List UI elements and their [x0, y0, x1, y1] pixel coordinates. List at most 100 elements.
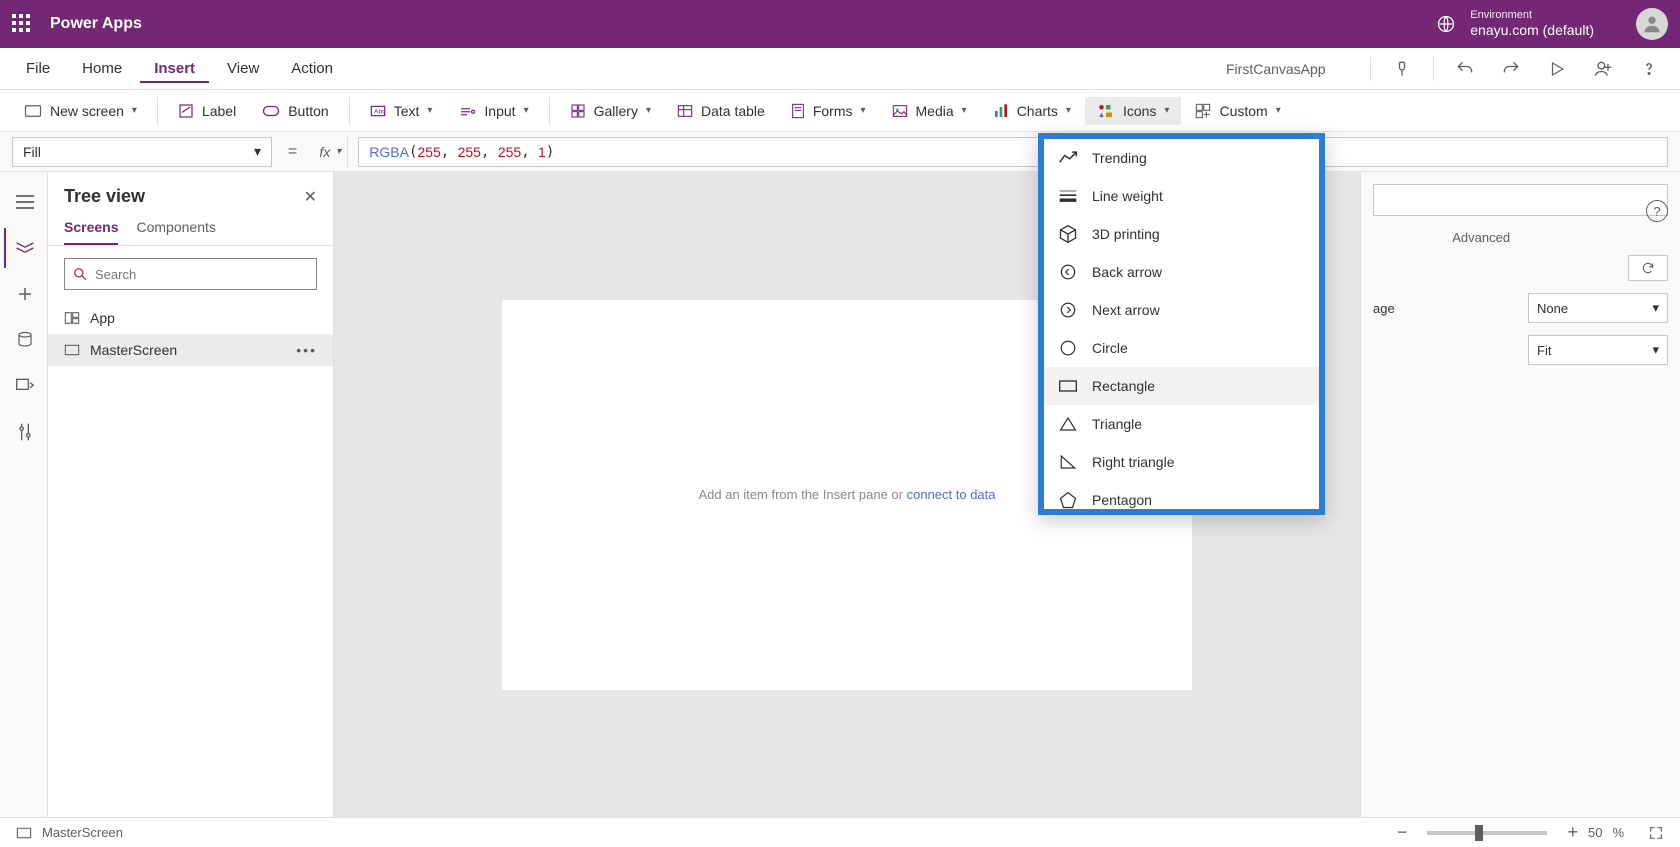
icon-option-trending[interactable]: Trending: [1044, 139, 1319, 177]
search-input[interactable]: [95, 267, 308, 282]
screen-icon: [64, 343, 80, 357]
zoom-slider[interactable]: [1427, 831, 1547, 835]
property-category-select[interactable]: [1373, 184, 1668, 216]
button-icon: [262, 104, 280, 118]
media-label: Media: [916, 103, 954, 119]
charts-label: Charts: [1017, 103, 1058, 119]
canvas-hint-prefix: Add an item from the Insert pane: [698, 487, 887, 502]
refresh-button[interactable]: [1628, 255, 1668, 281]
icon-option-label: Circle: [1092, 340, 1128, 356]
help-button[interactable]: [1630, 50, 1668, 88]
new-screen-label: New screen: [50, 103, 124, 119]
side-rail: [0, 172, 48, 817]
close-icon[interactable]: ✕: [304, 187, 317, 207]
menu-view[interactable]: View: [213, 54, 273, 83]
text-menu[interactable]: Abc Text ▾: [358, 97, 445, 125]
tab-screens[interactable]: Screens: [64, 219, 118, 245]
custom-menu[interactable]: Custom ▾: [1183, 97, 1292, 125]
tree-view-panel: Tree view ✕ Screens Components App Maste…: [48, 172, 334, 817]
icons-dropdown: Trending Line weight 3D printing Back ar…: [1038, 133, 1325, 515]
line-weight-icon: [1058, 186, 1078, 206]
more-icon[interactable]: •••: [296, 342, 317, 358]
input-menu[interactable]: Input ▾: [446, 97, 540, 125]
icon-option-back-arrow[interactable]: Back arrow: [1044, 253, 1319, 291]
separator: [1433, 57, 1434, 81]
screen-icon: [16, 827, 32, 839]
user-avatar[interactable]: [1636, 8, 1668, 40]
menu-action[interactable]: Action: [277, 54, 347, 83]
app-launcher-icon[interactable]: [12, 14, 32, 34]
statusbar: MasterScreen − + 50 %: [0, 817, 1680, 847]
menu-file[interactable]: File: [12, 54, 64, 83]
app-title: Power Apps: [50, 15, 142, 33]
data-pane-button[interactable]: [4, 320, 44, 360]
icon-option-pentagon[interactable]: Pentagon: [1044, 481, 1319, 509]
icon-option-label: 3D printing: [1092, 226, 1160, 242]
tree-view-button[interactable]: [4, 228, 44, 268]
separator: [157, 97, 158, 125]
menu-home[interactable]: Home: [68, 54, 136, 83]
icon-option-label: Triangle: [1092, 416, 1142, 432]
gallery-menu[interactable]: Gallery ▾: [558, 97, 663, 125]
table-icon: [677, 104, 693, 118]
new-screen-button[interactable]: New screen ▾: [12, 97, 149, 125]
fit-select[interactable]: Fit▾: [1528, 335, 1668, 365]
app-name-field[interactable]: FirstCanvasApp: [1218, 57, 1358, 81]
undo-button[interactable]: [1446, 50, 1484, 88]
label-text: Label: [202, 103, 236, 119]
redo-button[interactable]: [1492, 50, 1530, 88]
media-pane-button[interactable]: [4, 366, 44, 406]
zoom-out-button[interactable]: −: [1397, 822, 1408, 843]
charts-menu[interactable]: Charts ▾: [981, 97, 1083, 125]
property-selector[interactable]: Fill ▾: [12, 137, 272, 167]
input-label: Input: [484, 103, 515, 119]
data-table-label: Data table: [701, 103, 765, 119]
icon-option-next-arrow[interactable]: Next arrow: [1044, 291, 1319, 329]
menubar: File Home Insert View Action FirstCanvas…: [0, 48, 1680, 90]
icon-option-rectangle[interactable]: Rectangle: [1044, 367, 1319, 405]
separator: [549, 97, 550, 125]
connect-data-link[interactable]: connect to data: [907, 487, 996, 502]
icons-menu[interactable]: Icons ▾: [1085, 97, 1182, 125]
button-button[interactable]: Button: [250, 97, 340, 125]
icon-option-line-weight[interactable]: Line weight: [1044, 177, 1319, 215]
play-button[interactable]: [1538, 50, 1576, 88]
env-value: enayu.com (default): [1470, 22, 1594, 39]
next-arrow-icon: [1058, 300, 1078, 320]
icons-icon: [1097, 103, 1115, 119]
search-icon: [73, 267, 87, 281]
icon-option-right-triangle[interactable]: Right triangle: [1044, 443, 1319, 481]
3d-printing-icon: [1058, 224, 1078, 244]
media-menu[interactable]: Media ▾: [880, 97, 979, 125]
icon-option-circle[interactable]: Circle: [1044, 329, 1319, 367]
fit-to-window-button[interactable]: [1648, 825, 1664, 841]
tree-item-app[interactable]: App: [48, 302, 333, 334]
bg-image-select[interactable]: None▾: [1528, 293, 1668, 323]
data-table-button[interactable]: Data table: [665, 97, 777, 125]
advanced-tools-button[interactable]: [4, 412, 44, 452]
tree-item-masterscreen[interactable]: MasterScreen •••: [48, 334, 333, 366]
panel-help-icon[interactable]: ?: [1646, 200, 1668, 222]
menu-insert[interactable]: Insert: [140, 54, 209, 83]
icon-option-label: Line weight: [1092, 188, 1163, 204]
forms-menu[interactable]: Forms ▾: [779, 97, 878, 125]
icon-option-triangle[interactable]: Triangle: [1044, 405, 1319, 443]
insert-ribbon: New screen ▾ Label Button Abc Text ▾ Inp…: [0, 90, 1680, 132]
app-checker-icon[interactable]: [1383, 50, 1421, 88]
tree-search[interactable]: [64, 258, 317, 290]
icon-option-label: Right triangle: [1092, 454, 1175, 470]
icon-option-3d-printing[interactable]: 3D printing: [1044, 215, 1319, 253]
tab-advanced[interactable]: Advanced: [1452, 230, 1510, 245]
formula-input[interactable]: RGBA(255, 255, 255, 1): [358, 137, 1668, 167]
trending-icon: [1058, 148, 1078, 168]
share-button[interactable]: [1584, 50, 1622, 88]
insert-pane-button[interactable]: [4, 274, 44, 314]
forms-icon: [791, 103, 805, 119]
fx-label[interactable]: fx▾: [313, 137, 348, 167]
chevron-down-icon: ▾: [427, 105, 432, 116]
label-button[interactable]: Label: [166, 97, 248, 125]
zoom-in-button[interactable]: +: [1567, 822, 1578, 843]
hamburger-button[interactable]: [4, 182, 44, 222]
environment-picker[interactable]: Environment enayu.com (default): [1470, 9, 1594, 39]
tab-components[interactable]: Components: [136, 219, 215, 245]
